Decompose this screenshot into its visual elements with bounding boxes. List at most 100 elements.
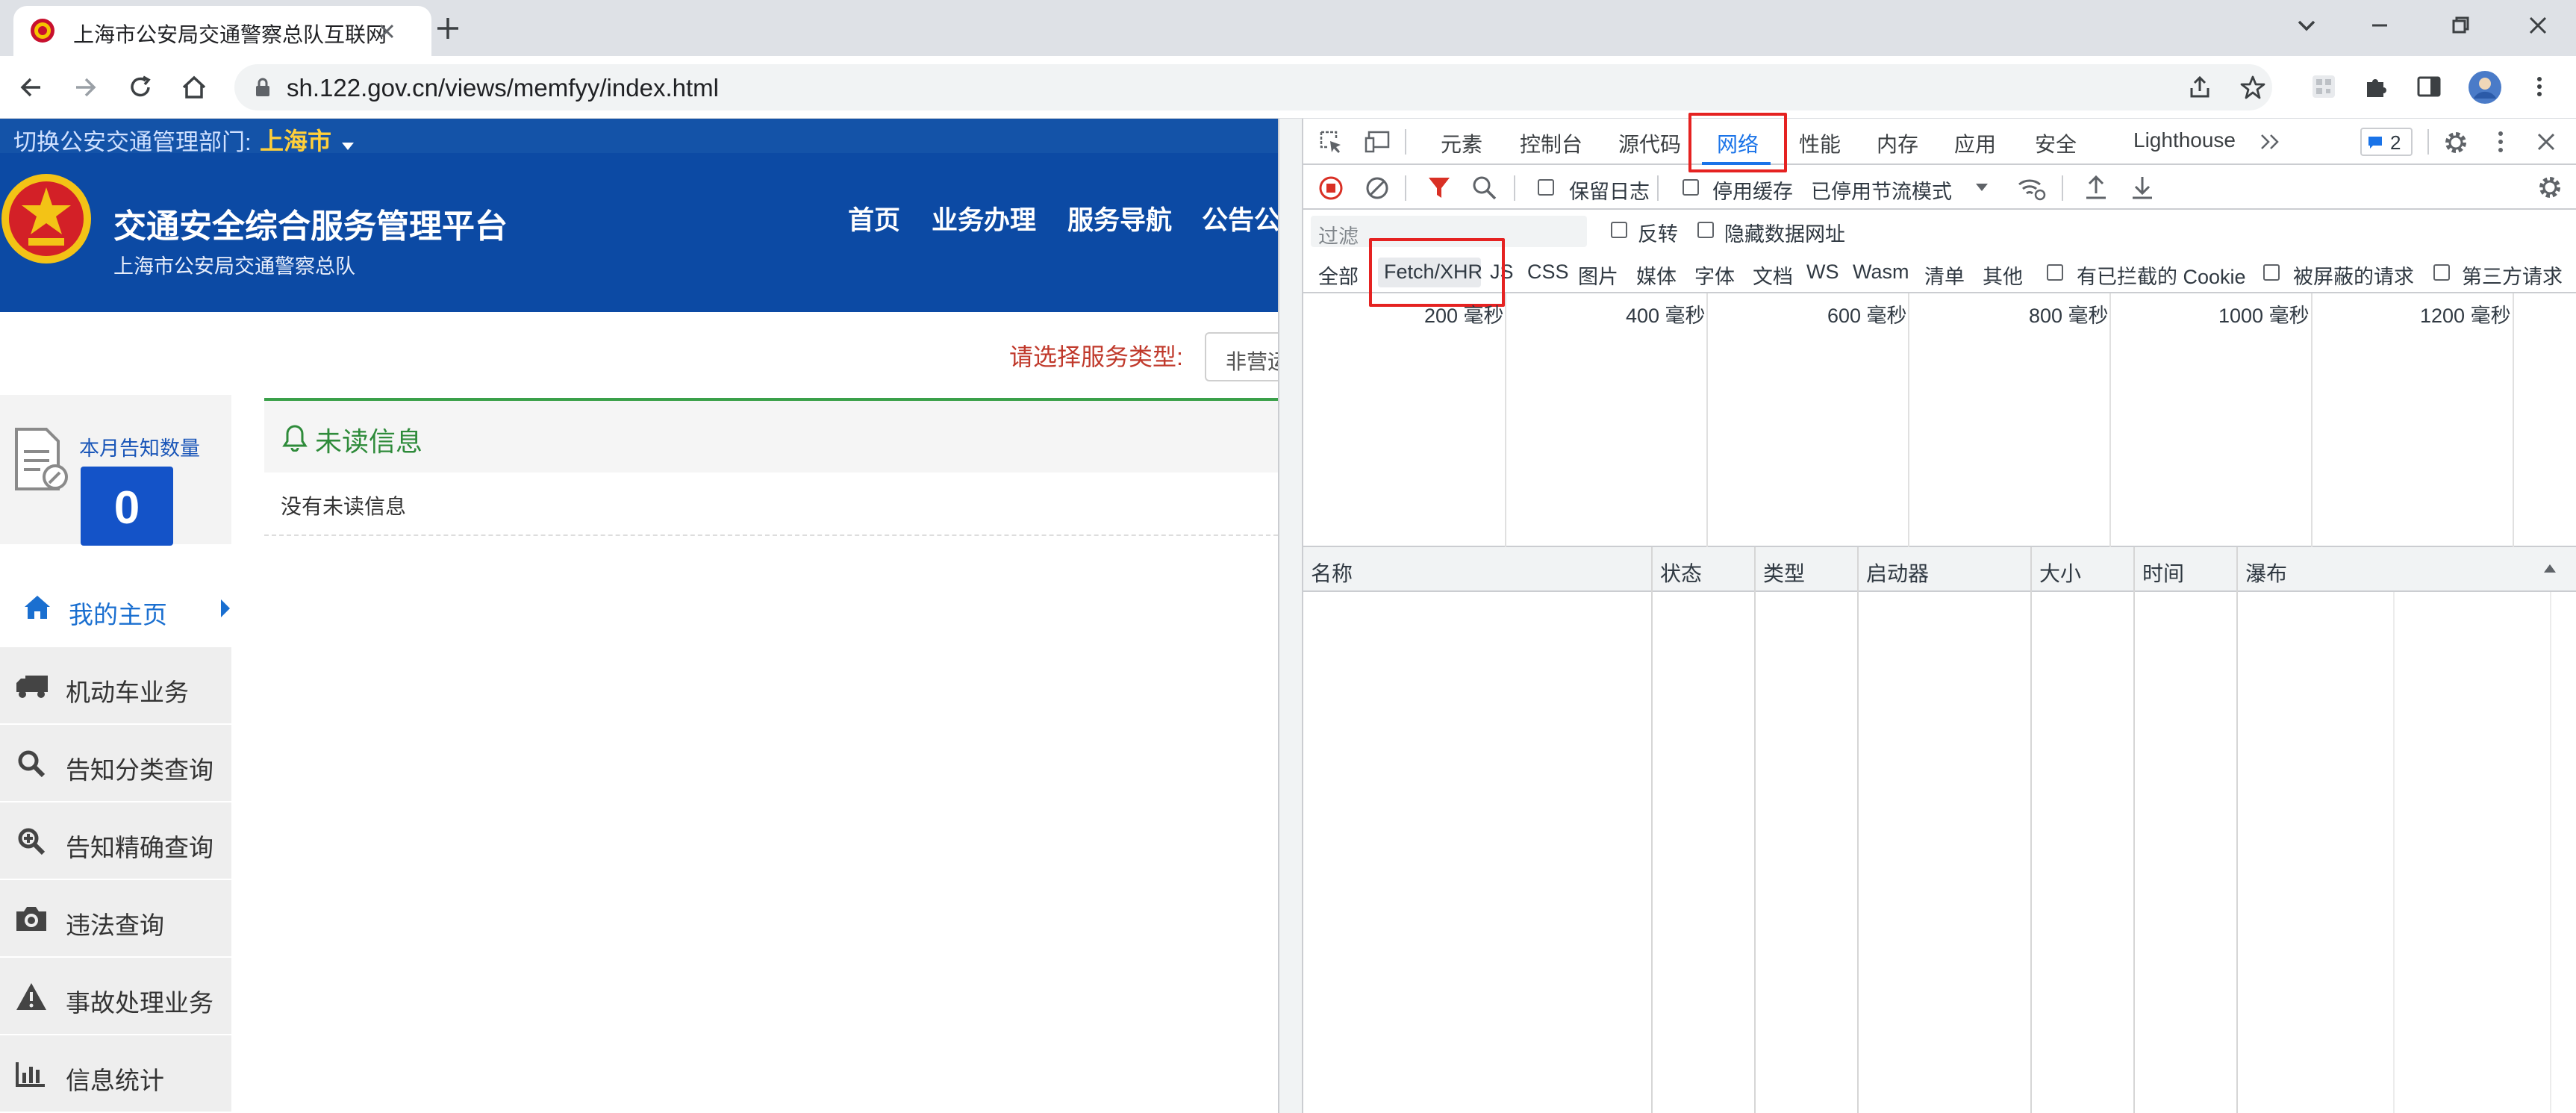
devtools-resize-handle[interactable] (1278, 119, 1303, 1113)
nav-business[interactable]: 业务办理 (932, 199, 1036, 237)
sidebar-item-accident[interactable]: 事故处理业务 (0, 958, 231, 1035)
column-initiator[interactable]: 启动器 (1866, 558, 1929, 587)
back-icon[interactable] (16, 72, 46, 102)
settings-gear-icon[interactable] (2442, 129, 2469, 156)
kebab-menu-icon[interactable] (2493, 129, 2508, 155)
profile-avatar[interactable] (2468, 70, 2502, 105)
bookmark-star-icon[interactable] (2239, 74, 2266, 101)
import-har-icon[interactable] (2084, 174, 2108, 201)
record-stop-icon[interactable] (1318, 175, 1344, 201)
preserve-log-checkbox[interactable] (1538, 179, 1554, 196)
tab-elements[interactable]: 元素 (1441, 128, 1482, 158)
forward-icon[interactable] (70, 72, 100, 102)
side-panel-icon[interactable] (2416, 73, 2442, 100)
url-text[interactable]: sh.122.gov.cn/views/memfyy/index.html (287, 74, 719, 102)
hide-data-urls-checkbox[interactable] (1697, 222, 1714, 238)
timeline-gridline (2109, 293, 2111, 547)
timeline-tick-label: 1200 毫秒 (2420, 305, 2511, 327)
sidebar-item-notice-exact[interactable]: 告知精确查询 (0, 802, 231, 880)
tab-memory[interactable]: 内存 (1877, 128, 1918, 158)
tab-search-chevron-icon[interactable] (2293, 12, 2320, 39)
type-font[interactable]: 字体 (1694, 261, 1735, 290)
column-size[interactable]: 大小 (2039, 558, 2081, 587)
extensions-puzzle-icon[interactable] (2363, 73, 2389, 100)
type-doc[interactable]: 文档 (1753, 261, 1793, 290)
search-icon[interactable] (1472, 175, 1497, 201)
column-waterfall[interactable]: 瀑布 (2245, 558, 2287, 587)
extension-qr-icon[interactable] (2310, 73, 2337, 100)
browser-tab[interactable]: 上海市公安局交通警察总队互联网 (13, 6, 431, 56)
type-media[interactable]: 媒体 (1636, 261, 1677, 290)
disable-cache-checkbox[interactable] (1682, 179, 1699, 196)
type-img[interactable]: 图片 (1578, 261, 1618, 290)
tab-lighthouse[interactable]: Lighthouse (2133, 128, 2236, 152)
sidebar: 我的主页 机动车业务 告知分类查询 告知精确查询 违法查询 事故处理业务 信息统… (0, 570, 231, 1113)
nav-announcements[interactable]: 公告公 (1202, 199, 1278, 237)
third-party-label: 第三方请求 (2462, 266, 2563, 288)
sort-ascending-icon[interactable] (2542, 562, 2557, 574)
type-css[interactable]: CSS (1527, 261, 1569, 284)
sidebar-item-statistics[interactable]: 信息统计 (0, 1035, 231, 1113)
type-ws[interactable]: WS (1806, 261, 1839, 284)
clear-icon[interactable] (1365, 175, 1390, 201)
throttling-value: 已停用节流模式 (1811, 181, 1952, 203)
invert-checkbox[interactable] (1611, 222, 1627, 238)
column-time[interactable]: 时间 (2142, 558, 2184, 587)
column-name[interactable]: 名称 (1311, 558, 1353, 587)
tab-performance[interactable]: 性能 (1799, 128, 1841, 158)
caret-down-icon (1975, 183, 1989, 192)
restore-icon[interactable] (2447, 12, 2474, 39)
close-window-icon[interactable] (2524, 12, 2551, 39)
filter-placeholder: 过滤 (1318, 225, 1359, 248)
lock-icon[interactable] (252, 76, 273, 99)
bar-chart-icon (15, 1061, 46, 1088)
notice-count-box[interactable]: 0 (81, 467, 173, 546)
tab-sources[interactable]: 源代码 (1618, 128, 1681, 158)
throttling-select[interactable]: 已停用节流模式 (1811, 171, 1999, 204)
nav-service-guide[interactable]: 服务导航 (1067, 199, 1172, 237)
filter-funnel-icon[interactable] (1427, 175, 1451, 201)
new-tab-icon[interactable] (433, 13, 463, 43)
reload-icon[interactable] (125, 72, 155, 102)
tab-security[interactable]: 安全 (2035, 128, 2077, 158)
tab-close-icon[interactable] (375, 19, 399, 43)
third-party-checkbox[interactable] (2433, 264, 2450, 281)
device-toolbar-icon[interactable] (1365, 129, 1393, 155)
network-conditions-icon[interactable] (2017, 175, 2047, 201)
inspect-element-icon[interactable] (1318, 129, 1344, 155)
nav-home[interactable]: 首页 (848, 199, 900, 237)
sidebar-item-my-home[interactable]: 我的主页 (0, 570, 231, 647)
issues-counter[interactable]: 2 (2360, 128, 2413, 156)
type-manifest[interactable]: 清单 (1924, 261, 1965, 290)
unread-header: 未读信息 (264, 398, 1278, 473)
department-city-select[interactable]: 上海市 (260, 122, 355, 157)
sidebar-item-label: 事故处理业务 (66, 989, 213, 1017)
sidebar-item-label: 信息统计 (66, 1067, 164, 1094)
sidebar-item-notice-category[interactable]: 告知分类查询 (0, 725, 231, 802)
message-icon (2368, 136, 2383, 149)
close-devtools-icon[interactable] (2535, 131, 2557, 153)
column-status[interactable]: 状态 (1660, 558, 1702, 587)
tab-application[interactable]: 应用 (1954, 128, 1996, 158)
tab-network[interactable]: 网络 (1717, 128, 1759, 158)
network-settings-icon[interactable] (2536, 174, 2563, 201)
minimize-icon[interactable] (2366, 12, 2393, 39)
tab-console[interactable]: 控制台 (1520, 128, 1582, 158)
type-wasm[interactable]: Wasm (1853, 261, 1909, 284)
sidebar-item-vehicle[interactable]: 机动车业务 (0, 647, 231, 725)
timeline-gridline (1908, 293, 1909, 547)
column-type[interactable]: 类型 (1763, 558, 1805, 587)
blocked-requests-checkbox[interactable] (2263, 264, 2280, 281)
sidebar-item-violation[interactable]: 违法查询 (0, 880, 231, 958)
blocked-cookies-checkbox[interactable] (2047, 264, 2063, 281)
type-all[interactable]: 全部 (1318, 261, 1359, 290)
home-icon[interactable] (179, 72, 209, 102)
export-har-icon[interactable] (2130, 174, 2154, 201)
service-type-select[interactable]: 非营运 (1205, 332, 1278, 381)
share-icon[interactable] (2187, 75, 2212, 100)
more-tabs-icon[interactable] (2259, 131, 2283, 153)
type-other[interactable]: 其他 (1983, 261, 2023, 290)
caret-right-icon (219, 598, 231, 619)
browser-menu-icon[interactable] (2526, 73, 2553, 100)
sidebar-item-label: 机动车业务 (66, 679, 189, 706)
